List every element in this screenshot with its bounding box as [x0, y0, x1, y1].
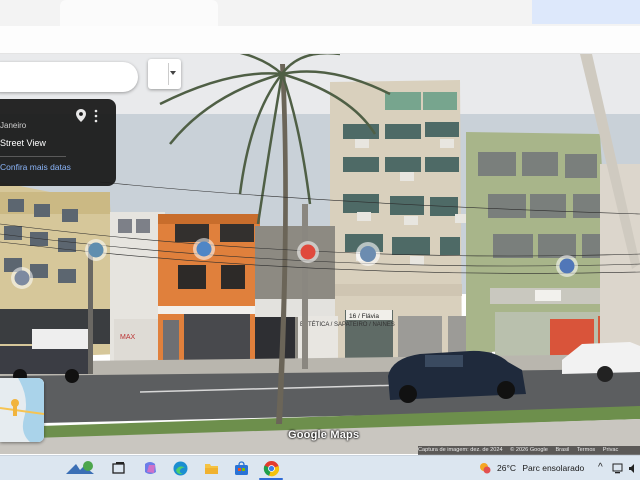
attribution-bar: Captura de imagem: dez. de 2024 © 2026 G…	[418, 446, 640, 455]
orange-building	[158, 214, 260, 362]
layer-dropdown[interactable]	[148, 59, 181, 89]
sign-estetica: ESTÉTICA / SAPATEIRO / NAINES	[300, 321, 395, 328]
dropdown-divider	[168, 63, 169, 85]
weather-sun-icon[interactable]	[478, 461, 492, 475]
chrome-icon[interactable]	[263, 460, 280, 477]
parked-white-car	[32, 329, 90, 349]
google-maps-watermark: Google Maps	[288, 429, 360, 441]
pegman-icon	[11, 399, 19, 407]
place-marker-2[interactable]	[85, 239, 107, 261]
street-view-info-panel: Janeiro Street View Confira mais datas	[0, 99, 116, 186]
place-marker-3[interactable]	[193, 238, 215, 260]
utility-pole-left	[88, 244, 93, 374]
place-marker-1[interactable]	[11, 267, 33, 289]
tray-chevron-icon[interactable]: ^	[598, 462, 603, 473]
utility-pole-center	[302, 204, 308, 369]
weather-desc: Parc ensolarado	[522, 463, 585, 473]
privacy-link[interactable]: Privac	[603, 447, 619, 453]
browser-chrome	[0, 0, 640, 54]
street-view-label: Street View	[0, 138, 46, 148]
location-name: Janeiro	[0, 121, 27, 130]
place-marker-4[interactable]	[297, 241, 319, 263]
profile-tab-area[interactable]	[532, 0, 640, 24]
capture-date: Captura de imagem: dez. de 2024	[418, 447, 503, 453]
terms-link[interactable]: Termos	[577, 447, 595, 453]
mini-map[interactable]	[0, 378, 44, 442]
copyright: © 2026 Google	[510, 447, 548, 453]
network-icon[interactable]	[612, 463, 623, 474]
address-bar[interactable]	[0, 26, 640, 54]
edge-icon[interactable]	[172, 460, 189, 477]
taskbar: 26°C Parc ensolarado ^	[0, 455, 640, 480]
active-tab[interactable]	[60, 0, 218, 26]
store-icon[interactable]	[233, 460, 250, 477]
weather-widget[interactable]: 26°C Parc ensolarado	[497, 463, 584, 473]
location-pin-icon[interactable]	[76, 109, 86, 122]
more-vert-icon[interactable]	[93, 109, 99, 123]
weather-temp: 26°C	[497, 463, 516, 473]
sign-flavia: 16 / Flávia	[349, 313, 379, 320]
copilot-icon[interactable]	[142, 460, 159, 477]
file-explorer-icon[interactable]	[203, 460, 220, 477]
search-input[interactable]	[0, 62, 138, 92]
see-more-dates-link[interactable]: Confira mais datas	[0, 162, 71, 172]
widgets-icon[interactable]	[64, 460, 98, 477]
taskview-icon[interactable]	[110, 460, 127, 477]
volume-icon[interactable]	[628, 463, 638, 474]
svg-text:MAX: MAX	[120, 334, 136, 341]
place-marker-6[interactable]	[556, 255, 578, 277]
chevron-down-icon	[170, 71, 176, 75]
panel-divider	[0, 156, 66, 157]
country-link[interactable]: Brasil	[555, 447, 569, 453]
place-marker-5[interactable]	[356, 242, 380, 266]
white-building: MAX	[110, 212, 165, 362]
